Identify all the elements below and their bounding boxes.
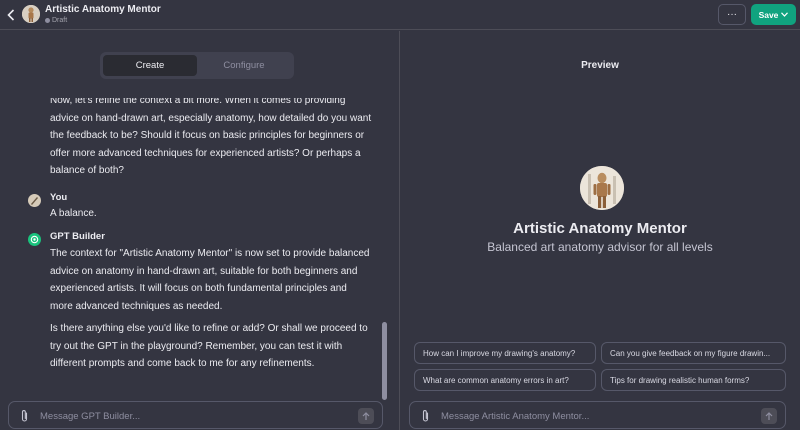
draft-status: Draft: [45, 17, 67, 24]
user-avatar-icon: [28, 194, 41, 207]
conversation-starter[interactable]: How can I improve my drawing's anatomy?: [414, 342, 596, 364]
preview-message-input[interactable]: [441, 408, 741, 424]
builder-send-button[interactable]: [358, 408, 374, 424]
gpt-builder-name: GPT Builder: [50, 231, 105, 242]
builder-message-box: [8, 401, 383, 429]
attach-paperclip-icon[interactable]: [19, 409, 30, 423]
conversation-starter[interactable]: Can you give feedback on my figure drawi…: [601, 342, 786, 364]
preview-heading: Preview: [581, 60, 619, 71]
user-name: You: [50, 192, 68, 203]
conversation-starter[interactable]: Tips for drawing realistic human forms?: [601, 369, 786, 391]
mode-tabs: Create Configure: [100, 52, 294, 79]
back-arrow-icon[interactable]: [4, 6, 18, 24]
gpt-avatar-large: [580, 166, 624, 210]
more-options-button[interactable]: ···: [718, 4, 746, 25]
save-label: Save: [758, 9, 779, 20]
chat-scroll-area: Now, let's refine the context a bit more…: [0, 98, 399, 398]
builder-reply-message: The context for "Artistic Anatomy Mentor…: [50, 248, 370, 312]
chat-scrollbar[interactable]: [382, 322, 387, 400]
user-message: A balance.: [50, 208, 97, 219]
tab-configure[interactable]: Configure: [197, 55, 291, 76]
builder-followup-message: Is there anything else you'd like to ref…: [50, 323, 368, 369]
preview-gpt-name: Artistic Anatomy Mentor: [513, 220, 687, 237]
send-arrow-icon: [362, 411, 370, 420]
chevron-down-icon: [781, 12, 789, 17]
attach-paperclip-icon[interactable]: [420, 409, 431, 423]
gpt-builder-logo-icon: [28, 233, 41, 246]
top-bar: Artistic Anatomy Mentor Draft ··· Save: [0, 0, 800, 30]
status-label: Draft: [52, 17, 68, 24]
gpt-avatar-small: [22, 5, 40, 23]
conversation-starter[interactable]: What are common anatomy errors in art?: [414, 369, 596, 391]
preview-gpt-description: Balanced art anatomy advisor for all lev…: [487, 240, 713, 254]
builder-intro-message: Now, let's refine the context a bit more…: [50, 98, 372, 176]
preview-message-box: [409, 401, 786, 429]
status-dot-icon: [45, 18, 50, 23]
gpt-title: Artistic Anatomy Mentor: [45, 4, 161, 15]
send-arrow-icon: [765, 411, 773, 420]
tab-create[interactable]: Create: [103, 55, 197, 76]
save-button[interactable]: Save: [751, 4, 796, 25]
builder-message-input[interactable]: [40, 408, 340, 424]
preview-send-button[interactable]: [761, 408, 777, 424]
